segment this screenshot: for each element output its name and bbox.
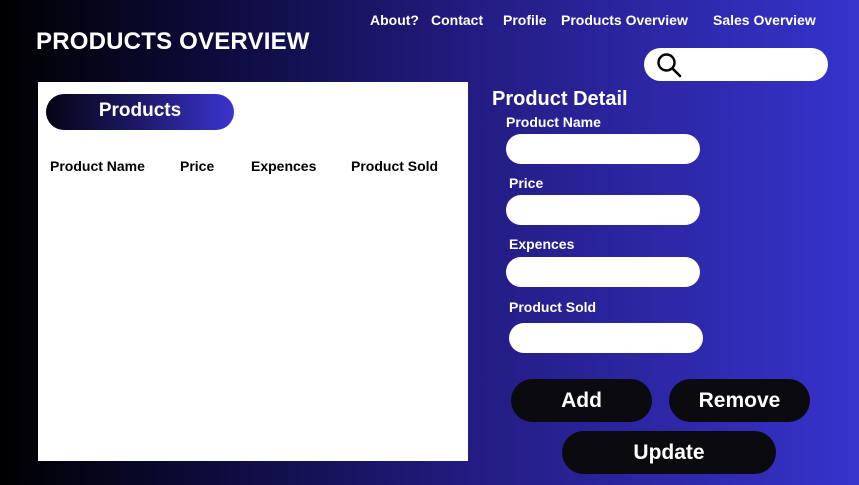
products-panel-title: Products: [98, 100, 182, 121]
column-header-price[interactable]: Price: [180, 158, 214, 174]
nav-link-products-overview[interactable]: Products Overview: [561, 12, 688, 28]
price-field[interactable]: [506, 195, 700, 225]
expences-field[interactable]: [506, 257, 700, 287]
nav-link-sales-overview[interactable]: Sales Overview: [713, 12, 816, 28]
update-button[interactable]: Update: [562, 431, 776, 474]
expences-label: Expences: [509, 236, 575, 252]
products-panel-header: Products: [46, 94, 234, 130]
price-label: Price: [509, 175, 544, 191]
add-button[interactable]: Add: [511, 379, 652, 422]
search-input[interactable]: [688, 53, 818, 76]
search-icon[interactable]: [656, 52, 682, 78]
product-sold-field[interactable]: [509, 323, 703, 353]
nav-link-contact[interactable]: Contact: [431, 12, 483, 28]
product-detail-title: Product Detail: [492, 88, 628, 110]
product-name-label: Product Name: [506, 114, 601, 130]
product-name-field[interactable]: [506, 134, 700, 164]
nav-link-profile[interactable]: Profile: [503, 12, 547, 28]
products-panel: Products Product Name Price Expences Pro…: [38, 82, 468, 461]
nav-link-about[interactable]: About?: [370, 12, 419, 28]
search-bar[interactable]: [644, 48, 828, 81]
product-sold-label: Product Sold: [509, 299, 597, 315]
column-header-product-sold[interactable]: Product Sold: [351, 158, 438, 174]
remove-button[interactable]: Remove: [669, 379, 810, 422]
column-header-expences[interactable]: Expences: [251, 158, 316, 174]
column-header-product-name[interactable]: Product Name: [50, 158, 145, 174]
page-title: PRODUCTS OVERVIEW: [36, 28, 310, 55]
